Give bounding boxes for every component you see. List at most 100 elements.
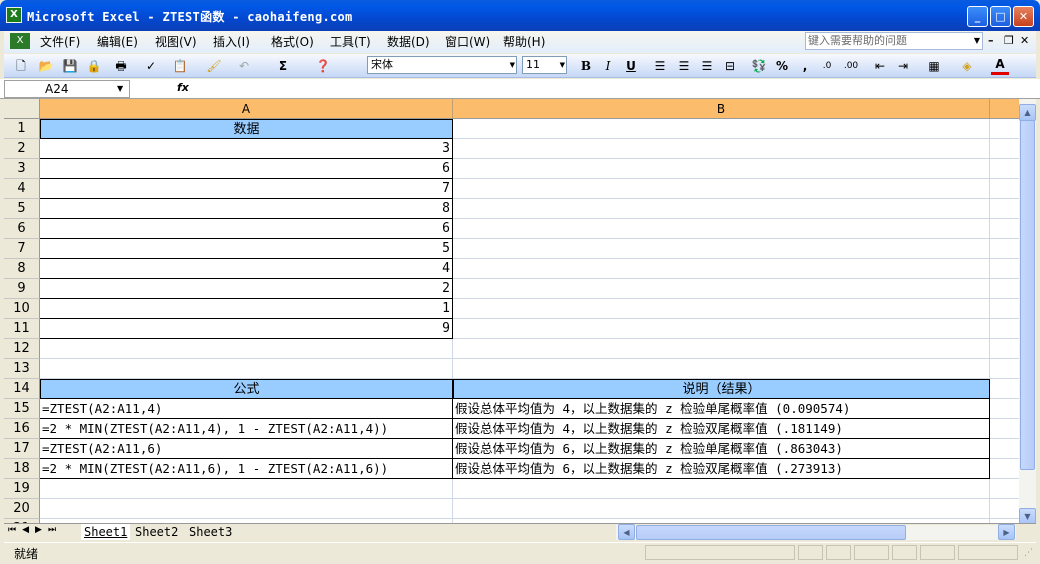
cell-b12[interactable] xyxy=(453,339,990,359)
vertical-scroll-thumb[interactable] xyxy=(1020,120,1035,470)
cell-b8[interactable] xyxy=(453,259,990,279)
print-icon[interactable]: 🖶 xyxy=(112,57,130,75)
help-icon[interactable]: ❓ xyxy=(314,57,332,75)
row-header[interactable]: 10 xyxy=(4,299,40,319)
save-icon[interactable]: 💾 xyxy=(61,57,79,75)
cell-c6[interactable] xyxy=(990,219,1019,239)
select-all-corner[interactable] xyxy=(4,99,40,119)
row-header[interactable]: 16 xyxy=(4,419,40,439)
cell-b6[interactable] xyxy=(453,219,990,239)
cell-a18[interactable]: =2 * MIN(ZTEST(A2:A11,6), 1 - ZTEST(A2:A… xyxy=(40,459,453,479)
chevron-down-icon[interactable]: ▼ xyxy=(117,84,123,93)
cell-b19[interactable] xyxy=(453,479,990,499)
close-button[interactable]: ✕ xyxy=(1013,6,1034,27)
cell-a8[interactable]: 4 xyxy=(40,259,453,279)
column-header-b[interactable]: B xyxy=(453,99,990,119)
menu-edit[interactable]: 编辑(E) xyxy=(97,33,138,50)
cell-a4[interactable]: 7 xyxy=(40,179,453,199)
decrease-decimal-icon[interactable]: .00 xyxy=(842,57,860,75)
cell-c19[interactable] xyxy=(990,479,1019,499)
cell-b9[interactable] xyxy=(453,279,990,299)
cell-b5[interactable] xyxy=(453,199,990,219)
scroll-right-icon[interactable]: ▶ xyxy=(998,524,1015,540)
menu-window[interactable]: 窗口(W) xyxy=(445,33,490,50)
minimize-button[interactable]: _ xyxy=(967,6,988,27)
doc-restore-icon[interactable]: ❐ xyxy=(1004,34,1014,47)
cell-a20[interactable] xyxy=(40,499,453,519)
cell-b10[interactable] xyxy=(453,299,990,319)
horizontal-scroll-thumb[interactable] xyxy=(636,525,906,540)
underline-icon[interactable]: U xyxy=(622,57,640,75)
cell-b2[interactable] xyxy=(453,139,990,159)
cell-b7[interactable] xyxy=(453,239,990,259)
row-header[interactable]: 8 xyxy=(4,259,40,279)
cell-a13[interactable] xyxy=(40,359,453,379)
column-header-a[interactable]: A xyxy=(40,99,453,119)
font-color-icon[interactable]: A xyxy=(991,57,1009,75)
open-icon[interactable]: 📂 xyxy=(37,57,55,75)
cell-a17[interactable]: =ZTEST(A2:A11,6) xyxy=(40,439,453,459)
row-header[interactable]: 7 xyxy=(4,239,40,259)
menu-format[interactable]: 格式(O) xyxy=(271,33,314,50)
percent-icon[interactable]: % xyxy=(773,57,791,75)
cell-c9[interactable] xyxy=(990,279,1019,299)
cell-c18[interactable] xyxy=(990,459,1019,479)
cell-c1[interactable] xyxy=(990,119,1019,139)
column-header-c[interactable] xyxy=(990,99,1019,119)
cell-b18[interactable]: 假设总体平均值为 6，以上数据集的 z 检验双尾概率值 (.273913) xyxy=(453,459,990,479)
autosum-icon[interactable]: Σ xyxy=(274,57,292,75)
comma-icon[interactable]: , xyxy=(796,57,814,75)
cell-b17[interactable]: 假设总体平均值为 6，以上数据集的 z 检验单尾概率值 (.863043) xyxy=(453,439,990,459)
row-header[interactable]: 12 xyxy=(4,339,40,359)
row-header[interactable]: 3 xyxy=(4,159,40,179)
cell-a9[interactable]: 2 xyxy=(40,279,453,299)
spreadsheet-grid[interactable]: A B 1 数据 2 3 3 6 4 7 5 8 6 6 7 5 8 4 9 2 10 1 11 9 12 13 14 公式 说明（… xyxy=(4,99,1019,523)
cell-c16[interactable] xyxy=(990,419,1019,439)
cell-c7[interactable] xyxy=(990,239,1019,259)
row-header[interactable]: 1 xyxy=(4,119,40,139)
increase-decimal-icon[interactable]: .0 xyxy=(818,57,836,75)
cell-c13[interactable] xyxy=(990,359,1019,379)
cell-b15[interactable]: 假设总体平均值为 4，以上数据集的 z 检验单尾概率值 (0.090574) xyxy=(453,399,990,419)
font-size-select[interactable]: 11 ▼ xyxy=(522,56,567,74)
align-center-icon[interactable]: ☰ xyxy=(675,57,693,75)
cell-a7[interactable]: 5 xyxy=(40,239,453,259)
cell-b4[interactable] xyxy=(453,179,990,199)
help-search-input[interactable]: 键入需要帮助的问题 xyxy=(805,32,983,50)
cell-b16[interactable]: 假设总体平均值为 4，以上数据集的 z 检验双尾概率值 (.181149) xyxy=(453,419,990,439)
menu-insert[interactable]: 插入(I) xyxy=(213,33,250,50)
cell-a6[interactable]: 6 xyxy=(40,219,453,239)
row-header[interactable]: 5 xyxy=(4,199,40,219)
tab-sheet1[interactable]: Sheet1 xyxy=(81,524,131,540)
new-icon[interactable]: 🗋 xyxy=(12,57,30,75)
increase-indent-icon[interactable]: ⇥ xyxy=(894,57,912,75)
cell-a14[interactable]: 公式 xyxy=(40,379,453,399)
fx-icon[interactable]: fx xyxy=(177,81,189,94)
cell-c2[interactable] xyxy=(990,139,1019,159)
cell-c8[interactable] xyxy=(990,259,1019,279)
italic-icon[interactable]: I xyxy=(599,57,617,75)
cell-b11[interactable] xyxy=(453,319,990,339)
cell-c10[interactable] xyxy=(990,299,1019,319)
tab-sheet3[interactable]: Sheet3 xyxy=(189,525,232,539)
row-header[interactable]: 6 xyxy=(4,219,40,239)
merge-icon[interactable]: ⊟ xyxy=(721,57,739,75)
cell-a3[interactable]: 6 xyxy=(40,159,453,179)
excel-icon[interactable]: X xyxy=(6,7,22,23)
paste-icon[interactable]: 📋 xyxy=(171,57,189,75)
cell-a1[interactable]: 数据 xyxy=(40,119,453,139)
cell-c5[interactable] xyxy=(990,199,1019,219)
doc-close-icon[interactable]: ✕ xyxy=(1020,34,1029,47)
fill-color-icon[interactable]: ◈ xyxy=(958,57,976,75)
row-header[interactable]: 2 xyxy=(4,139,40,159)
cell-c14[interactable] xyxy=(990,379,1019,399)
row-header[interactable]: 20 xyxy=(4,499,40,519)
cell-c4[interactable] xyxy=(990,179,1019,199)
cell-c3[interactable] xyxy=(990,159,1019,179)
align-right-icon[interactable]: ☰ xyxy=(698,57,716,75)
undo-icon[interactable]: ↶ xyxy=(235,57,253,75)
menu-help[interactable]: 帮助(H) xyxy=(503,33,545,50)
align-left-icon[interactable]: ☰ xyxy=(651,57,669,75)
cell-c20[interactable] xyxy=(990,499,1019,519)
tab-navigation-icons[interactable]: ⏮◀▶⏭ xyxy=(8,525,62,535)
